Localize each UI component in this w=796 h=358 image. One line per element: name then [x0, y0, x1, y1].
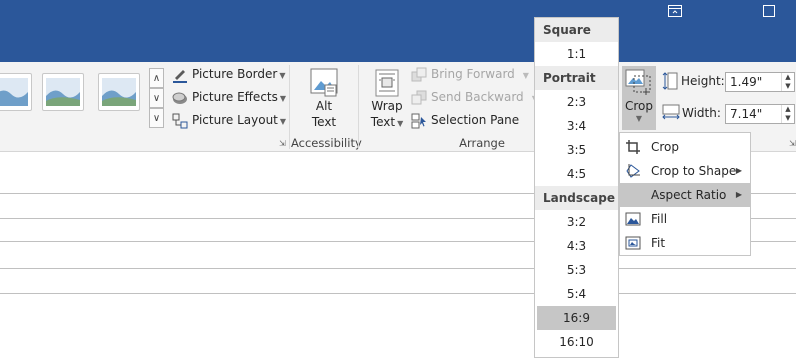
title-bar	[0, 0, 796, 62]
wrap-text-label-line1: Wrap	[371, 99, 403, 113]
picture-border-label: Picture Border	[192, 67, 278, 81]
width-spinner[interactable]: 7.14" ▲ ▼	[725, 104, 795, 124]
send-backward-label: Send Backward	[431, 90, 524, 104]
crop-menu: Crop Crop to Shape ▶ Aspect Ratio ▶ Fill…	[619, 132, 751, 256]
send-backward-icon	[411, 90, 427, 106]
send-backward-button[interactable]: Send Backward▼	[411, 86, 538, 108]
crop-menu-item-aspect-ratio[interactable]: Aspect Ratio ▶	[620, 183, 750, 207]
document-line	[0, 268, 796, 269]
fill-icon	[625, 211, 641, 227]
bring-forward-icon	[411, 67, 427, 83]
picture-styles-dialog-launcher[interactable]: ⇲	[279, 139, 286, 148]
picture-style-thumbnail[interactable]	[0, 73, 32, 111]
gallery-scroll-down-button[interactable]: ∨	[149, 88, 164, 108]
document-line	[0, 293, 796, 294]
selection-pane-label: Selection Pane	[431, 113, 520, 127]
height-icon	[662, 72, 678, 93]
bring-forward-label: Bring Forward	[431, 67, 515, 81]
height-label: Height:	[681, 74, 725, 88]
aspect-ratio-3-4[interactable]: 3:4	[535, 114, 618, 138]
width-label: Width:	[682, 106, 721, 120]
height-value: 1.49"	[730, 75, 763, 89]
aspect-ratio-5-4[interactable]: 5:4	[535, 282, 618, 306]
picture-border-icon	[172, 67, 188, 83]
aspect-ratio-heading-portrait: Portrait	[535, 66, 618, 90]
aspect-ratio-4-5[interactable]: 4:5	[535, 162, 618, 186]
gallery-more-button[interactable]: ∨	[149, 108, 164, 128]
selection-pane-icon	[411, 113, 427, 129]
crop-menu-label: Crop	[651, 140, 680, 154]
picture-effects-label: Picture Effects	[192, 90, 278, 104]
picture-layout-icon	[172, 113, 188, 129]
fit-icon	[625, 235, 641, 251]
aspect-ratio-3-5[interactable]: 3:5	[535, 138, 618, 162]
picture-style-thumbnail[interactable]	[42, 73, 84, 111]
alt-text-label-line2: Text	[311, 115, 337, 129]
accessibility-group-label: Accessibility	[291, 136, 362, 150]
picture-effects-icon	[172, 90, 188, 106]
crop-label: Crop	[624, 99, 653, 113]
crop-menu-label: Aspect Ratio	[651, 188, 727, 202]
aspect-ratio-menu: Square 1:1 Portrait 2:3 3:4 3:5 4:5 Land…	[534, 17, 619, 358]
alt-text-label-line1: Alt	[315, 99, 333, 113]
crop-large-icon	[624, 68, 654, 98]
aspect-ratio-3-2[interactable]: 3:2	[535, 210, 618, 234]
crop-dropdown-button[interactable]: Crop ▼	[622, 66, 656, 130]
aspect-ratio-16-10[interactable]: 16:10	[535, 330, 618, 354]
selection-pane-button[interactable]: Selection Pane	[411, 109, 519, 131]
aspect-ratio-heading-landscape: Landscape	[535, 186, 618, 210]
aspect-ratio-4-3[interactable]: 4:3	[535, 234, 618, 258]
picture-effects-button[interactable]: Picture Effects ▼	[172, 86, 286, 108]
alt-text-button[interactable]: Alt Text	[300, 66, 348, 134]
picture-border-button[interactable]: Picture Border ▼	[172, 63, 285, 85]
wrap-text-label-line2: Text	[370, 115, 396, 129]
group-separator	[358, 65, 359, 149]
group-separator	[289, 65, 290, 149]
size-dialog-launcher[interactable]: ⇲	[789, 139, 796, 148]
alt-text-icon	[310, 68, 338, 98]
wrap-text-button[interactable]: Wrap Text ▼	[365, 66, 409, 134]
submenu-arrow-icon: ▶	[735, 166, 742, 175]
height-spinner[interactable]: 1.49" ▲ ▼	[725, 72, 795, 92]
crop-menu-label: Crop to Shape	[651, 164, 737, 178]
arrange-group-label: Arrange	[459, 136, 505, 150]
width-icon	[662, 104, 680, 123]
crop-menu-label: Fill	[651, 212, 668, 226]
aspect-ratio-5-3[interactable]: 5:3	[535, 258, 618, 282]
crop-menu-label: Fit	[651, 236, 666, 250]
aspect-ratio-2-3[interactable]: 2:3	[535, 90, 618, 114]
wrap-text-icon	[374, 68, 400, 98]
picture-layout-button[interactable]: Picture Layout ▼	[172, 109, 286, 131]
gallery-scroll-up-button[interactable]: ∧	[149, 68, 164, 88]
submenu-arrow-icon: ▶	[735, 190, 742, 199]
crop-to-shape-icon	[625, 163, 641, 179]
picture-layout-label: Picture Layout	[192, 113, 278, 127]
maximize-icon[interactable]	[760, 5, 778, 20]
height-spin-arrows[interactable]: ▲ ▼	[781, 73, 794, 91]
crop-menu-item-fit[interactable]: Fit	[620, 231, 750, 255]
width-spin-arrows[interactable]: ▲ ▼	[781, 105, 794, 123]
aspect-ratio-heading-square: Square	[535, 18, 618, 42]
crop-menu-item-crop-to-shape[interactable]: Crop to Shape ▶	[620, 159, 750, 183]
bring-forward-button[interactable]: Bring Forward ▼	[411, 63, 529, 85]
aspect-ratio-1-1[interactable]: 1:1	[535, 42, 618, 66]
ribbon-display-options-icon[interactable]	[666, 5, 684, 20]
crop-menu-item-crop[interactable]: Crop	[620, 135, 750, 159]
aspect-ratio-16-9[interactable]: 16:9	[537, 306, 616, 330]
crop-icon	[625, 139, 641, 155]
crop-menu-item-fill[interactable]: Fill	[620, 207, 750, 231]
width-value: 7.14"	[730, 107, 763, 121]
picture-style-thumbnail[interactable]	[98, 73, 140, 111]
